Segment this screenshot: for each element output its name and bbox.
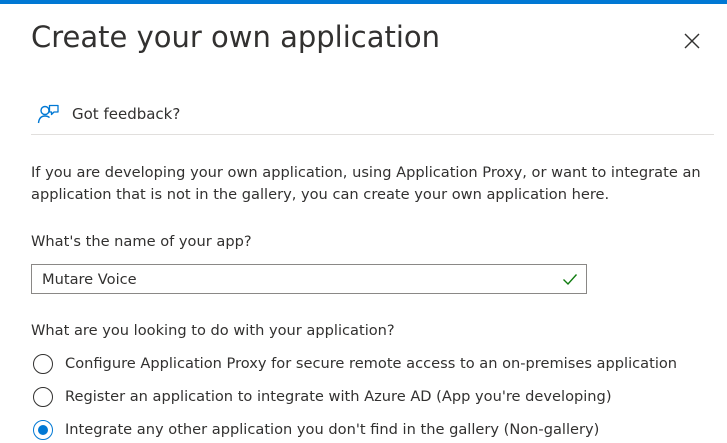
feedback-label: Got feedback? (72, 105, 181, 123)
option-label: Register an application to integrate wit… (65, 388, 612, 405)
top-accent-bar (0, 0, 727, 4)
intro-text: If you are developing your own applicati… (31, 164, 701, 203)
purpose-question: What are you looking to do with your app… (31, 322, 395, 339)
feedback-link[interactable]: Got feedback? (36, 100, 180, 128)
option-non-gallery[interactable]: Integrate any other application you don'… (33, 419, 677, 441)
radio-button[interactable] (33, 387, 53, 407)
app-name-input[interactable] (32, 265, 542, 293)
radio-button[interactable] (33, 354, 53, 374)
create-application-panel: Create your own application Got feedback… (0, 0, 727, 443)
option-application-proxy[interactable]: Configure Application Proxy for secure r… (33, 353, 677, 375)
radio-dot (38, 425, 48, 435)
app-name-label: What's the name of your app? (31, 233, 252, 250)
checkmark-icon (563, 274, 578, 286)
panel-title: Create your own application (31, 20, 441, 54)
radio-button-selected[interactable] (33, 420, 53, 440)
feedback-icon (37, 104, 59, 124)
close-icon (684, 33, 700, 49)
option-label: Integrate any other application you don'… (65, 421, 600, 438)
option-label: Configure Application Proxy for secure r… (65, 355, 678, 372)
purpose-options: Configure Application Proxy for secure r… (33, 353, 677, 443)
close-button[interactable] (678, 27, 706, 55)
divider (31, 134, 714, 135)
app-name-field (31, 264, 587, 294)
option-register-application[interactable]: Register an application to integrate wit… (33, 386, 677, 408)
